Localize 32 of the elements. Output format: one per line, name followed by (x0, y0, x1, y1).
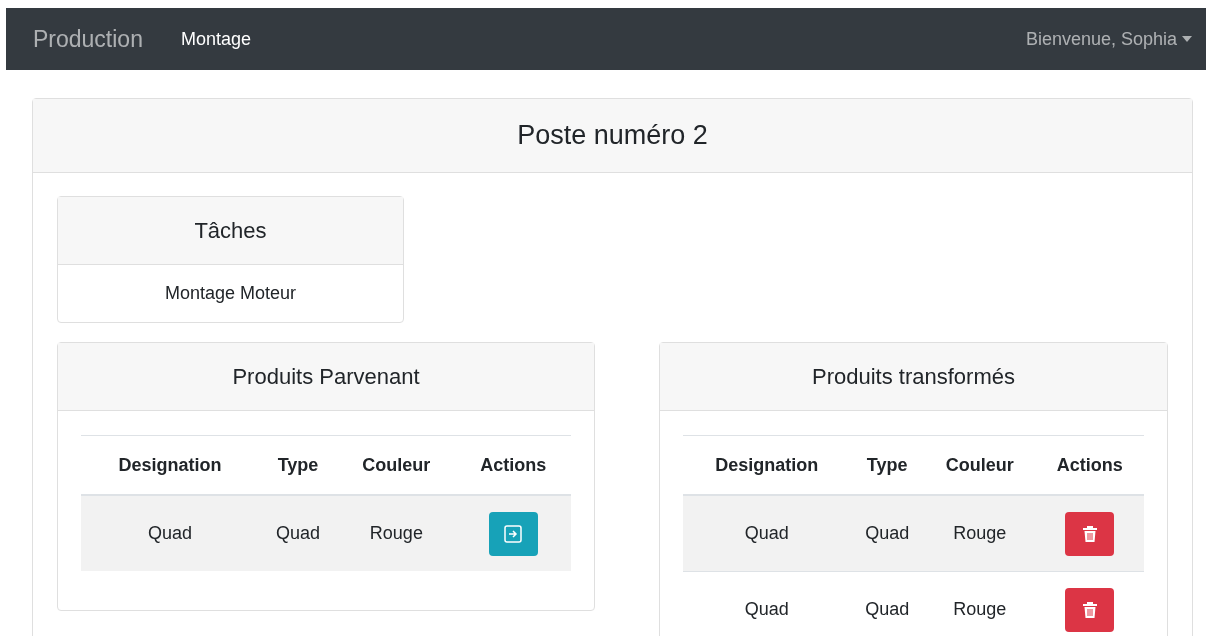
table-cell: Rouge (369, 523, 423, 543)
task-item: Montage Moteur (164, 283, 297, 304)
card-title: Poste numéro 2 (517, 120, 708, 151)
table-cell: Quad (744, 523, 789, 543)
table-cell: Rouge (953, 599, 1007, 619)
card-title: Produits transformés (812, 363, 1015, 390)
trash-icon (1081, 524, 1098, 543)
arrow-box-icon (503, 523, 524, 544)
card-title: Produits Parvenant (232, 363, 420, 390)
column-header: Couleur (362, 454, 431, 475)
transfer-button[interactable] (488, 511, 538, 556)
column-header: Actions (1056, 454, 1123, 475)
delete-button[interactable] (1065, 587, 1115, 632)
trash-icon (1081, 600, 1098, 619)
brand-link[interactable]: Production (33, 25, 143, 53)
table-cell: Quad (865, 523, 910, 543)
column-header: Designation (118, 454, 222, 475)
user-menu[interactable]: Bienvenue, Sophia (1025, 28, 1192, 50)
column-header: Type (277, 454, 319, 475)
table-cell: Rouge (953, 523, 1007, 543)
column-header: Actions (480, 454, 547, 475)
delete-button[interactable] (1065, 511, 1115, 556)
table-cell: Quad (147, 523, 192, 543)
card-title: Tâches (194, 217, 267, 244)
nav-link[interactable]: Montage (180, 28, 252, 50)
column-header: Type (866, 454, 908, 475)
table-cell: Quad (276, 523, 321, 543)
caret-icon (1182, 36, 1192, 42)
table-cell: Quad (744, 599, 789, 619)
column-header: Designation (715, 454, 819, 475)
table-cell: Quad (865, 599, 910, 619)
column-header: Couleur (945, 454, 1014, 475)
